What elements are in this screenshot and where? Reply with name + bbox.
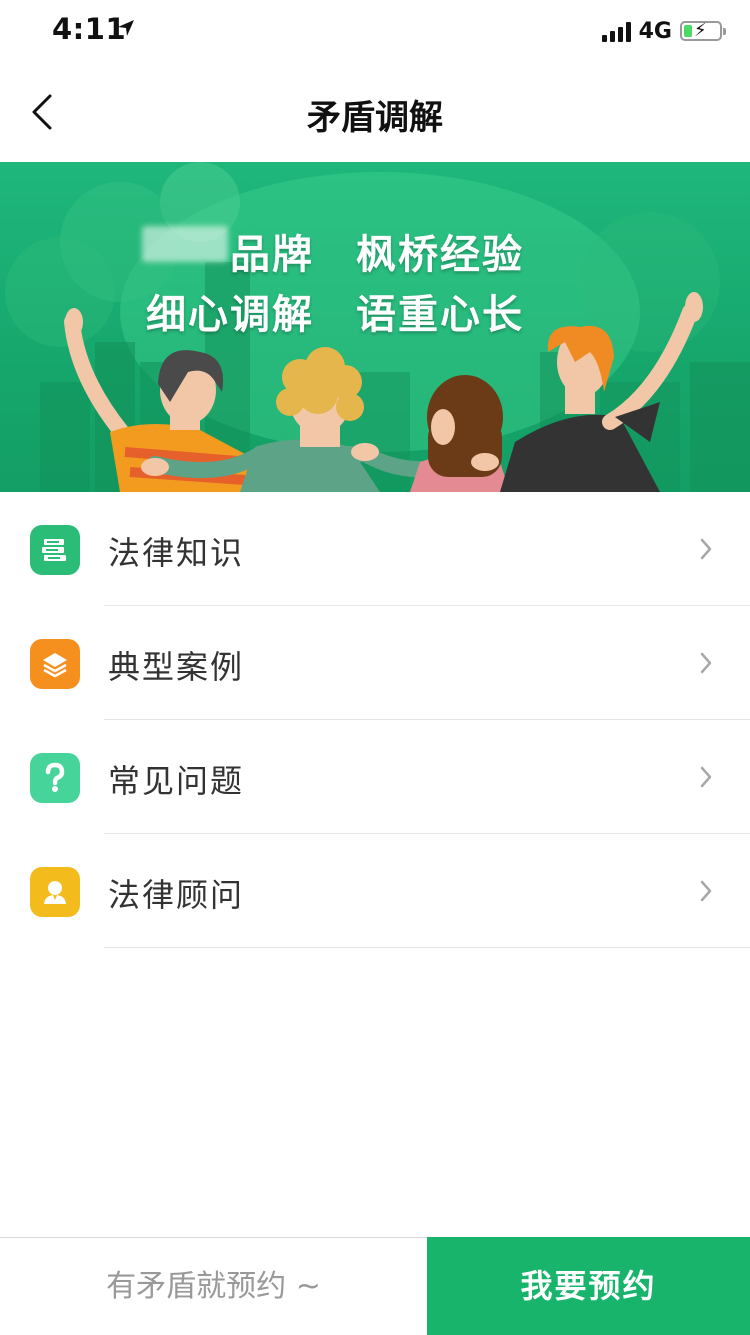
chevron-right-icon <box>700 652 712 674</box>
question-icon <box>30 753 80 803</box>
menu-item-label: 典型案例 <box>108 648 245 686</box>
menu-item-label: 常见问题 <box>108 762 245 800</box>
blurred-text <box>142 226 228 262</box>
bottom-bar: 有矛盾就预约 ~ 我要预约 <box>0 1237 750 1335</box>
advisor-icon <box>30 867 80 917</box>
banner-text: 枫桥经验 <box>356 232 524 278</box>
menu-item-legal-knowledge[interactable]: 法律知识 <box>0 492 750 606</box>
books-icon <box>30 525 80 575</box>
chevron-right-icon <box>700 880 712 902</box>
menu-item-label: 法律知识 <box>108 534 245 572</box>
menu-item-typical-cases[interactable]: 典型案例 <box>0 606 750 720</box>
banner-text: 语重心长 <box>356 292 524 338</box>
layers-icon <box>30 639 80 689</box>
status-bar: 4:11 4G ⚡ <box>0 0 750 62</box>
divider <box>104 947 750 948</box>
chevron-right-icon <box>700 766 712 788</box>
book-appointment-button[interactable]: 我要预约 <box>427 1237 750 1335</box>
banner-text: 细心调解 <box>146 292 314 338</box>
menu-item-legal-advisor[interactable]: 法律顾问 <box>0 834 750 948</box>
banner-text: 品牌 <box>230 232 314 278</box>
network-type: 4G <box>638 18 672 44</box>
nav-bar: 矛盾调解 <box>0 62 750 162</box>
booking-hint: 有矛盾就预约 ~ <box>106 1269 321 1304</box>
chevron-right-icon <box>700 538 712 560</box>
location-arrow-icon <box>118 20 134 36</box>
battery-icon: ⚡ <box>680 20 726 41</box>
menu-item-label: 法律顾问 <box>108 876 245 914</box>
banner: 品牌 枫桥经验 细心调解 语重心长 <box>0 162 750 492</box>
menu-list: 法律知识 典型案例 常见问题 法律顾问 <box>0 492 750 948</box>
menu-item-faq[interactable]: 常见问题 <box>0 720 750 834</box>
page-title: 矛盾调解 <box>307 98 443 138</box>
signal-icon <box>601 20 631 42</box>
